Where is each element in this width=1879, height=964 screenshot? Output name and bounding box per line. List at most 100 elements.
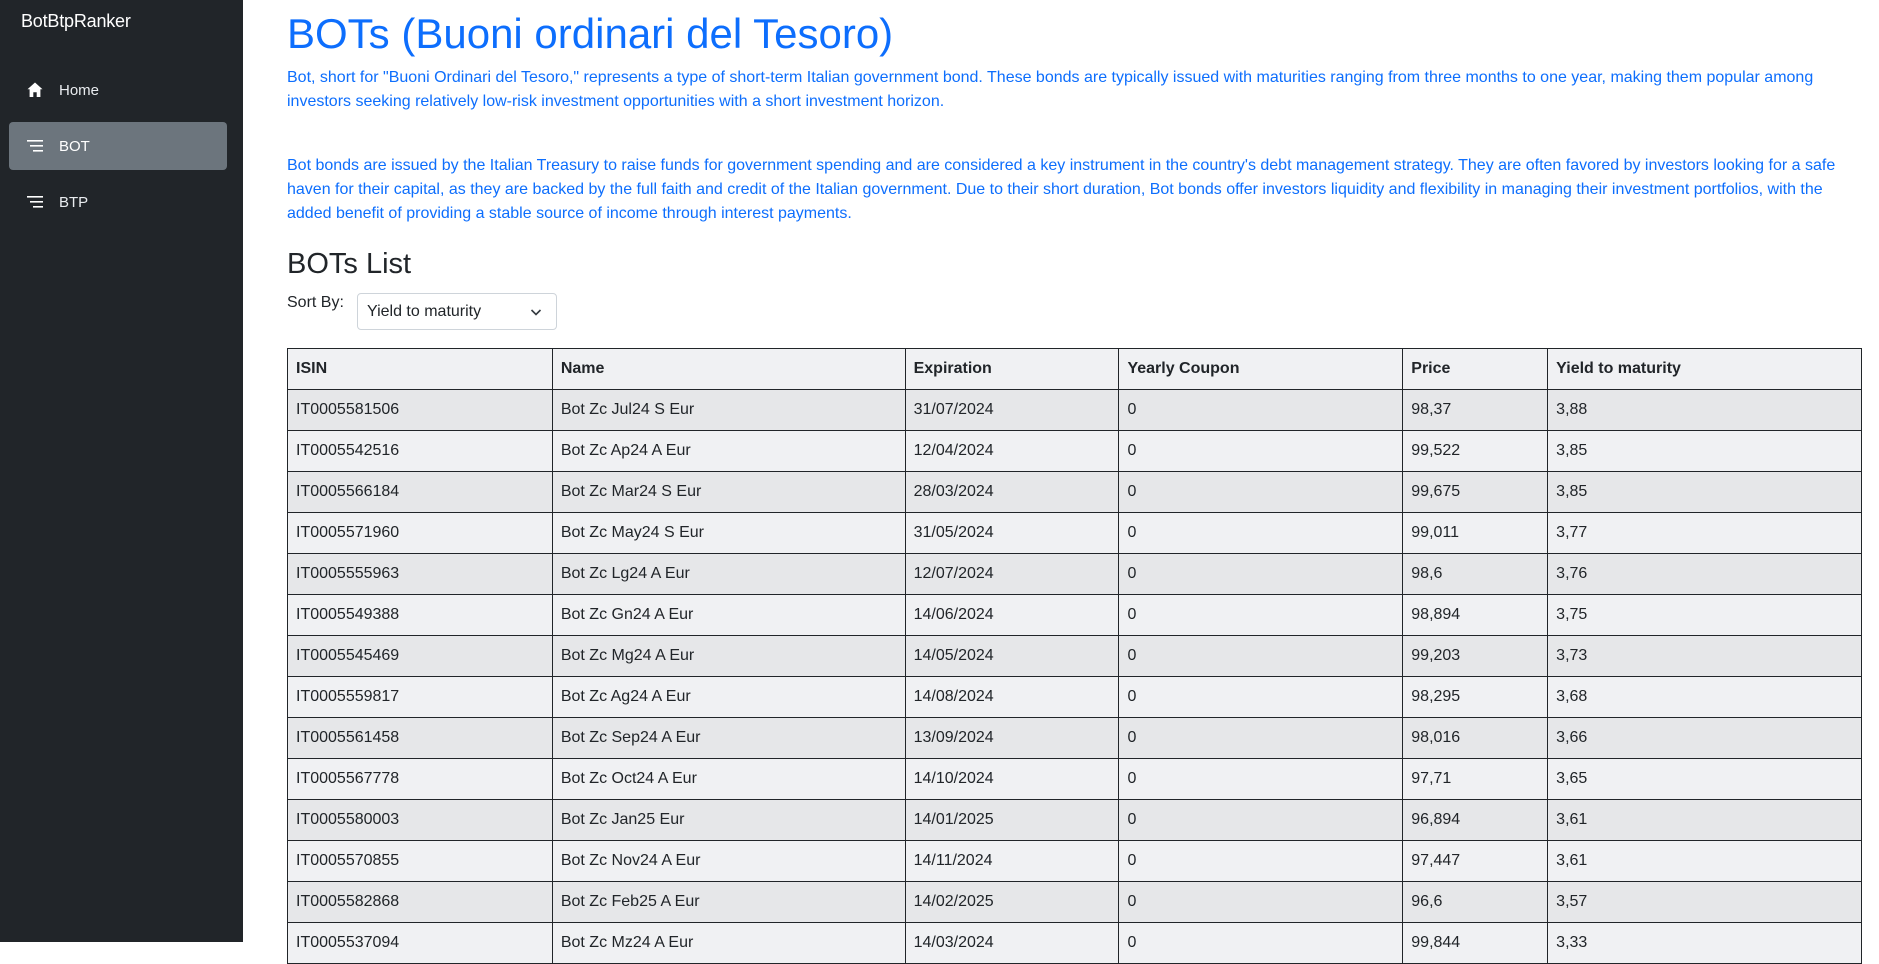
cell-coupon: 0 <box>1118 881 1404 923</box>
cell-price: 98,016 <box>1402 717 1549 759</box>
cell-coupon: 0 <box>1118 635 1404 677</box>
cell-isin: IT0005566184 <box>287 471 553 513</box>
table-row: IT0005571960 Bot Zc May24 S Eur 31/05/2024… <box>287 512 1862 554</box>
cell-expiration: 12/04/2024 <box>904 430 1120 472</box>
cell-yield: 3,61 <box>1547 840 1862 882</box>
column-header-expiration[interactable]: Expiration <box>904 348 1120 390</box>
bots-table: ISIN Name Expiration Yearly Coupon Price… <box>287 348 1862 964</box>
cell-yield: 3,77 <box>1547 512 1862 554</box>
cell-coupon: 0 <box>1118 471 1404 513</box>
sort-select[interactable]: Yield to maturity <box>357 293 557 330</box>
cell-coupon: 0 <box>1118 389 1404 431</box>
cell-name: Bot Zc Lg24 A Eur <box>551 553 906 595</box>
cell-expiration: 14/08/2024 <box>904 676 1120 718</box>
cell-isin: IT0005570855 <box>287 840 553 882</box>
cell-yield: 3,76 <box>1547 553 1862 595</box>
cell-coupon: 0 <box>1118 553 1404 595</box>
cell-yield: 3,75 <box>1547 594 1862 636</box>
sidebar-item-home[interactable]: Home <box>9 66 227 114</box>
sort-select-value: Yield to maturity <box>367 302 482 320</box>
cell-isin: IT0005549388 <box>287 594 553 636</box>
sidebar-item-label: BOT <box>59 137 90 155</box>
cell-price: 98,295 <box>1402 676 1549 718</box>
list-icon <box>25 192 45 212</box>
column-header-yield[interactable]: Yield to maturity <box>1547 348 1862 390</box>
table-row: IT0005545469 Bot Zc Mg24 A Eur 14/05/2024 0… <box>287 635 1862 677</box>
cell-name: Bot Zc Feb25 A Eur <box>551 881 906 923</box>
table-row: IT0005567778 Bot Zc Oct24 A Eur 14/10/2024… <box>287 758 1862 800</box>
cell-coupon: 0 <box>1118 799 1404 841</box>
column-header-name[interactable]: Name <box>551 348 906 390</box>
cell-expiration: 31/05/2024 <box>904 512 1120 554</box>
cell-name: Bot Zc Jan25 Eur <box>551 799 906 841</box>
cell-expiration: 12/07/2024 <box>904 553 1120 595</box>
cell-price: 97,447 <box>1402 840 1549 882</box>
cell-expiration: 14/01/2025 <box>904 799 1120 841</box>
cell-coupon: 0 <box>1118 594 1404 636</box>
cell-isin: IT0005571960 <box>287 512 553 554</box>
cell-yield: 3,88 <box>1547 389 1862 431</box>
cell-expiration: 14/10/2024 <box>904 758 1120 800</box>
cell-expiration: 14/03/2024 <box>904 922 1120 964</box>
sidebar-item-label: Home <box>59 81 100 99</box>
column-header-price[interactable]: Price <box>1402 348 1549 390</box>
cell-price: 96,894 <box>1402 799 1549 841</box>
table-row: IT0005570855 Bot Zc Nov24 A Eur 14/11/2024… <box>287 840 1862 882</box>
table-row: IT0005537094 Bot Zc Mz24 A Eur 14/03/2024 0… <box>287 922 1862 964</box>
cell-isin: IT0005559817 <box>287 676 553 718</box>
cell-isin: IT0005580003 <box>287 799 553 841</box>
sidebar-item-btp[interactable]: BTP <box>9 178 227 226</box>
table-row: IT0005580003 Bot Zc Jan25 Eur 14/01/2025 0 9… <box>287 799 1862 841</box>
sidebar-item-bot[interactable]: BOT <box>9 122 227 170</box>
sort-label: Sort By: <box>287 294 344 311</box>
cell-name: Bot Zc Ap24 A Eur <box>551 430 906 472</box>
cell-name: Bot Zc Gn24 A Eur <box>551 594 906 636</box>
cell-coupon: 0 <box>1118 758 1404 800</box>
cell-expiration: 14/11/2024 <box>904 840 1120 882</box>
cell-name: Bot Zc May24 S Eur <box>551 512 906 554</box>
cell-price: 99,522 <box>1402 430 1549 472</box>
table-header-row: ISIN Name Expiration Yearly Coupon Price… <box>287 348 1862 390</box>
cell-name: Bot Zc Mg24 A Eur <box>551 635 906 677</box>
cell-price: 99,203 <box>1402 635 1549 677</box>
cell-isin: IT0005542516 <box>287 430 553 472</box>
intro-paragraph-1: Bot, short for "Buoni Ordinari del Tesor… <box>287 69 1814 110</box>
cell-isin: IT0005567778 <box>287 758 553 800</box>
cell-expiration: 14/05/2024 <box>904 635 1120 677</box>
sidebar: BotBtpRanker Home BOT BTP <box>0 0 243 942</box>
cell-coupon: 0 <box>1118 717 1404 759</box>
cell-name: Bot Zc Sep24 A Eur <box>551 717 906 759</box>
cell-expiration: 14/02/2025 <box>904 881 1120 923</box>
chevron-down-icon <box>530 309 542 316</box>
brand-title[interactable]: BotBtpRanker <box>21 11 131 32</box>
table-row: IT0005542516 Bot Zc Ap24 A Eur 12/04/2024 0… <box>287 430 1862 472</box>
cell-expiration: 14/06/2024 <box>904 594 1120 636</box>
cell-price: 97,71 <box>1402 758 1549 800</box>
cell-yield: 3,85 <box>1547 471 1862 513</box>
cell-isin: IT0005561458 <box>287 717 553 759</box>
cell-name: Bot Zc Oct24 A Eur <box>551 758 906 800</box>
cell-isin: IT0005582868 <box>287 881 553 923</box>
column-header-yearly-coupon[interactable]: Yearly Coupon <box>1118 348 1404 390</box>
cell-coupon: 0 <box>1118 922 1404 964</box>
cell-isin: IT0005545469 <box>287 635 553 677</box>
cell-price: 99,844 <box>1402 922 1549 964</box>
cell-coupon: 0 <box>1118 512 1404 554</box>
cell-yield: 3,33 <box>1547 922 1862 964</box>
column-header-isin[interactable]: ISIN <box>287 348 553 390</box>
cell-name: Bot Zc Ag24 A Eur <box>551 676 906 718</box>
cell-name: Bot Zc Mar24 S Eur <box>551 471 906 513</box>
cell-yield: 3,61 <box>1547 799 1862 841</box>
cell-yield: 3,66 <box>1547 717 1862 759</box>
table-row: IT0005549388 Bot Zc Gn24 A Eur 14/06/2024 0… <box>287 594 1862 636</box>
cell-price: 99,011 <box>1402 512 1549 554</box>
cell-price: 99,675 <box>1402 471 1549 513</box>
cell-yield: 3,73 <box>1547 635 1862 677</box>
cell-yield: 3,65 <box>1547 758 1862 800</box>
table-row: IT0005559817 Bot Zc Ag24 A Eur 14/08/2024 0… <box>287 676 1862 718</box>
cell-price: 98,6 <box>1402 553 1549 595</box>
cell-isin: IT0005555963 <box>287 553 553 595</box>
page-title: BOTs (Buoni ordinari del Tesoro) <box>287 10 894 57</box>
cell-name: Bot Zc Nov24 A Eur <box>551 840 906 882</box>
cell-isin: IT0005537094 <box>287 922 553 964</box>
